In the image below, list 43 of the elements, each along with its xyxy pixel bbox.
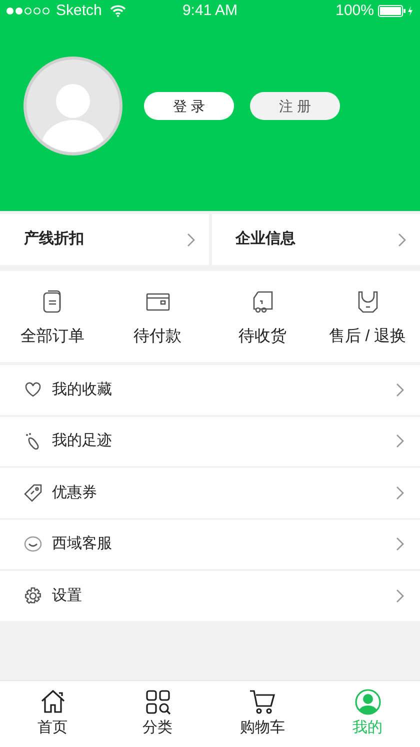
chevron-icon — [398, 232, 406, 246]
order-label[interactable]: 售后 / 退换 — [328, 325, 406, 349]
login-button[interactable]: 登 录 — [144, 92, 234, 120]
cart-icon[interactable] — [248, 688, 276, 716]
wifi-icon — [110, 5, 126, 17]
register-button[interactable]: 注 册 — [250, 92, 340, 120]
avatar-icon — [23, 56, 123, 156]
order-label[interactable]: 待收货 — [238, 325, 286, 349]
menu-label: 我的收藏 — [52, 380, 113, 400]
menu-item[interactable]: 我的收藏 — [0, 365, 420, 414]
chevron-icon — [396, 588, 404, 603]
menu-item[interactable]: 优惠券 — [0, 468, 420, 518]
chevron-icon — [396, 537, 404, 552]
menu-item[interactable]: 西域客服 — [0, 520, 420, 569]
menu-item[interactable]: 设置 — [0, 571, 420, 620]
battery-percent: 100% — [336, 0, 374, 21]
signal-icon — [6, 7, 52, 15]
shortcut-row[interactable]: 企业信息 — [212, 214, 420, 265]
carrier-name: Sketch — [56, 0, 102, 21]
clock-time: 9:41 AM — [181, 0, 239, 21]
menu-item[interactable]: 我的足迹 — [0, 416, 420, 466]
order-label[interactable]: 待付款 — [134, 325, 182, 349]
chat-bubble-icon — [24, 535, 42, 554]
settings-icon — [24, 586, 42, 605]
battery-icon — [378, 5, 414, 17]
menu-label: 西域客服 — [52, 534, 113, 554]
shortcut-label: 企业信息 — [236, 229, 296, 250]
order-label[interactable]: 全部订单 — [20, 325, 84, 349]
chevron-icon — [186, 232, 194, 246]
tab-label[interactable]: 首页 — [38, 717, 68, 740]
tab-label[interactable]: 分类 — [142, 717, 172, 740]
chevron-icon — [396, 434, 404, 448]
menu-label: 我的足迹 — [52, 431, 113, 451]
chevron-icon — [396, 382, 404, 397]
menu-label: 设置 — [52, 586, 83, 606]
tag-icon — [24, 484, 42, 502]
chevron-icon — [396, 486, 404, 500]
shortcut-label: 产线折扣 — [24, 229, 84, 250]
heart-icon — [24, 380, 42, 399]
grid-icon[interactable] — [144, 688, 172, 716]
shortcut-row[interactable]: 产线折扣 — [0, 214, 208, 265]
tab-label[interactable]: 购物车 — [240, 717, 285, 740]
menu-label: 优惠券 — [52, 482, 98, 502]
